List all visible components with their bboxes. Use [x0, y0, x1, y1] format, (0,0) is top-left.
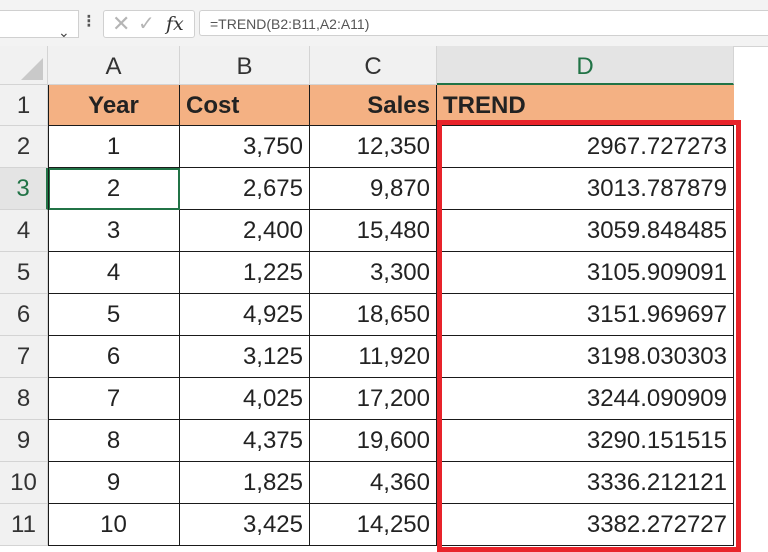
cell-year-row-7[interactable]: 6 [48, 336, 180, 378]
cell-cost-row-8[interactable]: 4,025 [180, 378, 310, 420]
cell-year-row-3[interactable]: 2 [48, 168, 180, 210]
row-header-5[interactable]: 5 [0, 252, 48, 294]
cell-sales-row-6[interactable]: 18,650 [310, 294, 437, 336]
cell-sales-row-8[interactable]: 17,200 [310, 378, 437, 420]
row-header-10[interactable]: 10 [0, 462, 48, 504]
cell-trend-row-9[interactable]: 3290.151515 [437, 420, 734, 462]
cell-year-row-4[interactable]: 3 [48, 210, 180, 252]
cell-trend-row-10[interactable]: 3336.212121 [437, 462, 734, 504]
row-header-8[interactable]: 8 [0, 378, 48, 420]
cell-year-row-8[interactable]: 7 [48, 378, 180, 420]
cell-cost-row-2[interactable]: 3,750 [180, 126, 310, 168]
cell-sales-row-2[interactable]: 12,350 [310, 126, 437, 168]
cell-cost-row-5[interactable]: 1,225 [180, 252, 310, 294]
row-header-9[interactable]: 9 [0, 420, 48, 462]
column-header-b[interactable]: B [180, 46, 310, 85]
cell-trend-row-4[interactable]: 3059.848485 [437, 210, 734, 252]
enter-icon[interactable]: ✓ [138, 12, 155, 36]
column-header-c[interactable]: C [310, 46, 437, 85]
column-header-d[interactable]: D [437, 46, 734, 85]
header-cell-sales[interactable]: Sales [310, 85, 437, 126]
row-header-6[interactable]: 6 [0, 294, 48, 336]
name-box[interactable]: ⌄ [0, 10, 79, 41]
cell-trend-row-11[interactable]: 3382.272727 [437, 504, 734, 546]
cell-year-row-10[interactable]: 9 [48, 462, 180, 504]
cell-year-row-2[interactable]: 1 [48, 126, 180, 168]
row-header-4[interactable]: 4 [0, 210, 48, 252]
header-cell-year[interactable]: Year [48, 85, 180, 126]
column-header-a[interactable]: A [48, 46, 180, 85]
cell-cost-row-3[interactable]: 2,675 [180, 168, 310, 210]
cell-sales-row-3[interactable]: 9,870 [310, 168, 437, 210]
cell-trend-row-5[interactable]: 3105.909091 [437, 252, 734, 294]
formula-input[interactable]: =TREND(B2:B11,A2:A11) [199, 10, 768, 36]
cell-cost-row-7[interactable]: 3,125 [180, 336, 310, 378]
cell-cost-row-4[interactable]: 2,400 [180, 210, 310, 252]
formula-bar: ⌄ ⁝ ✕ ✓ fx =TREND(B2:B11,A2:A11) [0, 0, 768, 47]
more-options-icon[interactable]: ⁝ [86, 11, 92, 32]
header-cell-cost[interactable]: Cost [180, 85, 310, 126]
cell-year-row-9[interactable]: 8 [48, 420, 180, 462]
cell-sales-row-7[interactable]: 11,920 [310, 336, 437, 378]
table-left-border [48, 85, 49, 546]
cell-trend-row-6[interactable]: 3151.969697 [437, 294, 734, 336]
cell-trend-row-7[interactable]: 3198.030303 [437, 336, 734, 378]
cell-year-row-5[interactable]: 4 [48, 252, 180, 294]
cell-sales-row-9[interactable]: 19,600 [310, 420, 437, 462]
row-header-3[interactable]: 3 [0, 168, 48, 210]
cell-cost-row-11[interactable]: 3,425 [180, 504, 310, 546]
cell-cost-row-10[interactable]: 1,825 [180, 462, 310, 504]
row-header-7[interactable]: 7 [0, 336, 48, 378]
row-header-11[interactable]: 11 [0, 504, 48, 546]
row-header-2[interactable]: 2 [0, 126, 48, 168]
cancel-icon[interactable]: ✕ [112, 12, 130, 36]
row-header-1[interactable]: 1 [0, 85, 48, 126]
cell-year-row-11[interactable]: 10 [48, 504, 180, 546]
cell-trend-row-3[interactable]: 3013.787879 [437, 168, 734, 210]
cell-sales-row-11[interactable]: 14,250 [310, 504, 437, 546]
formula-buttons: ✕ ✓ fx [103, 10, 195, 38]
cell-sales-row-10[interactable]: 4,360 [310, 462, 437, 504]
cell-sales-row-5[interactable]: 3,300 [310, 252, 437, 294]
cell-cost-row-9[interactable]: 4,375 [180, 420, 310, 462]
insert-function-icon[interactable]: fx [166, 12, 184, 36]
header-cell-trend[interactable]: TREND [437, 85, 734, 126]
select-all-corner[interactable] [0, 46, 48, 85]
cell-cost-row-6[interactable]: 4,925 [180, 294, 310, 336]
cell-trend-row-8[interactable]: 3244.090909 [437, 378, 734, 420]
cell-year-row-6[interactable]: 5 [48, 294, 180, 336]
cell-trend-row-2[interactable]: 2967.727273 [437, 126, 734, 168]
chevron-down-icon[interactable]: ⌄ [58, 24, 70, 41]
cell-sales-row-4[interactable]: 15,480 [310, 210, 437, 252]
